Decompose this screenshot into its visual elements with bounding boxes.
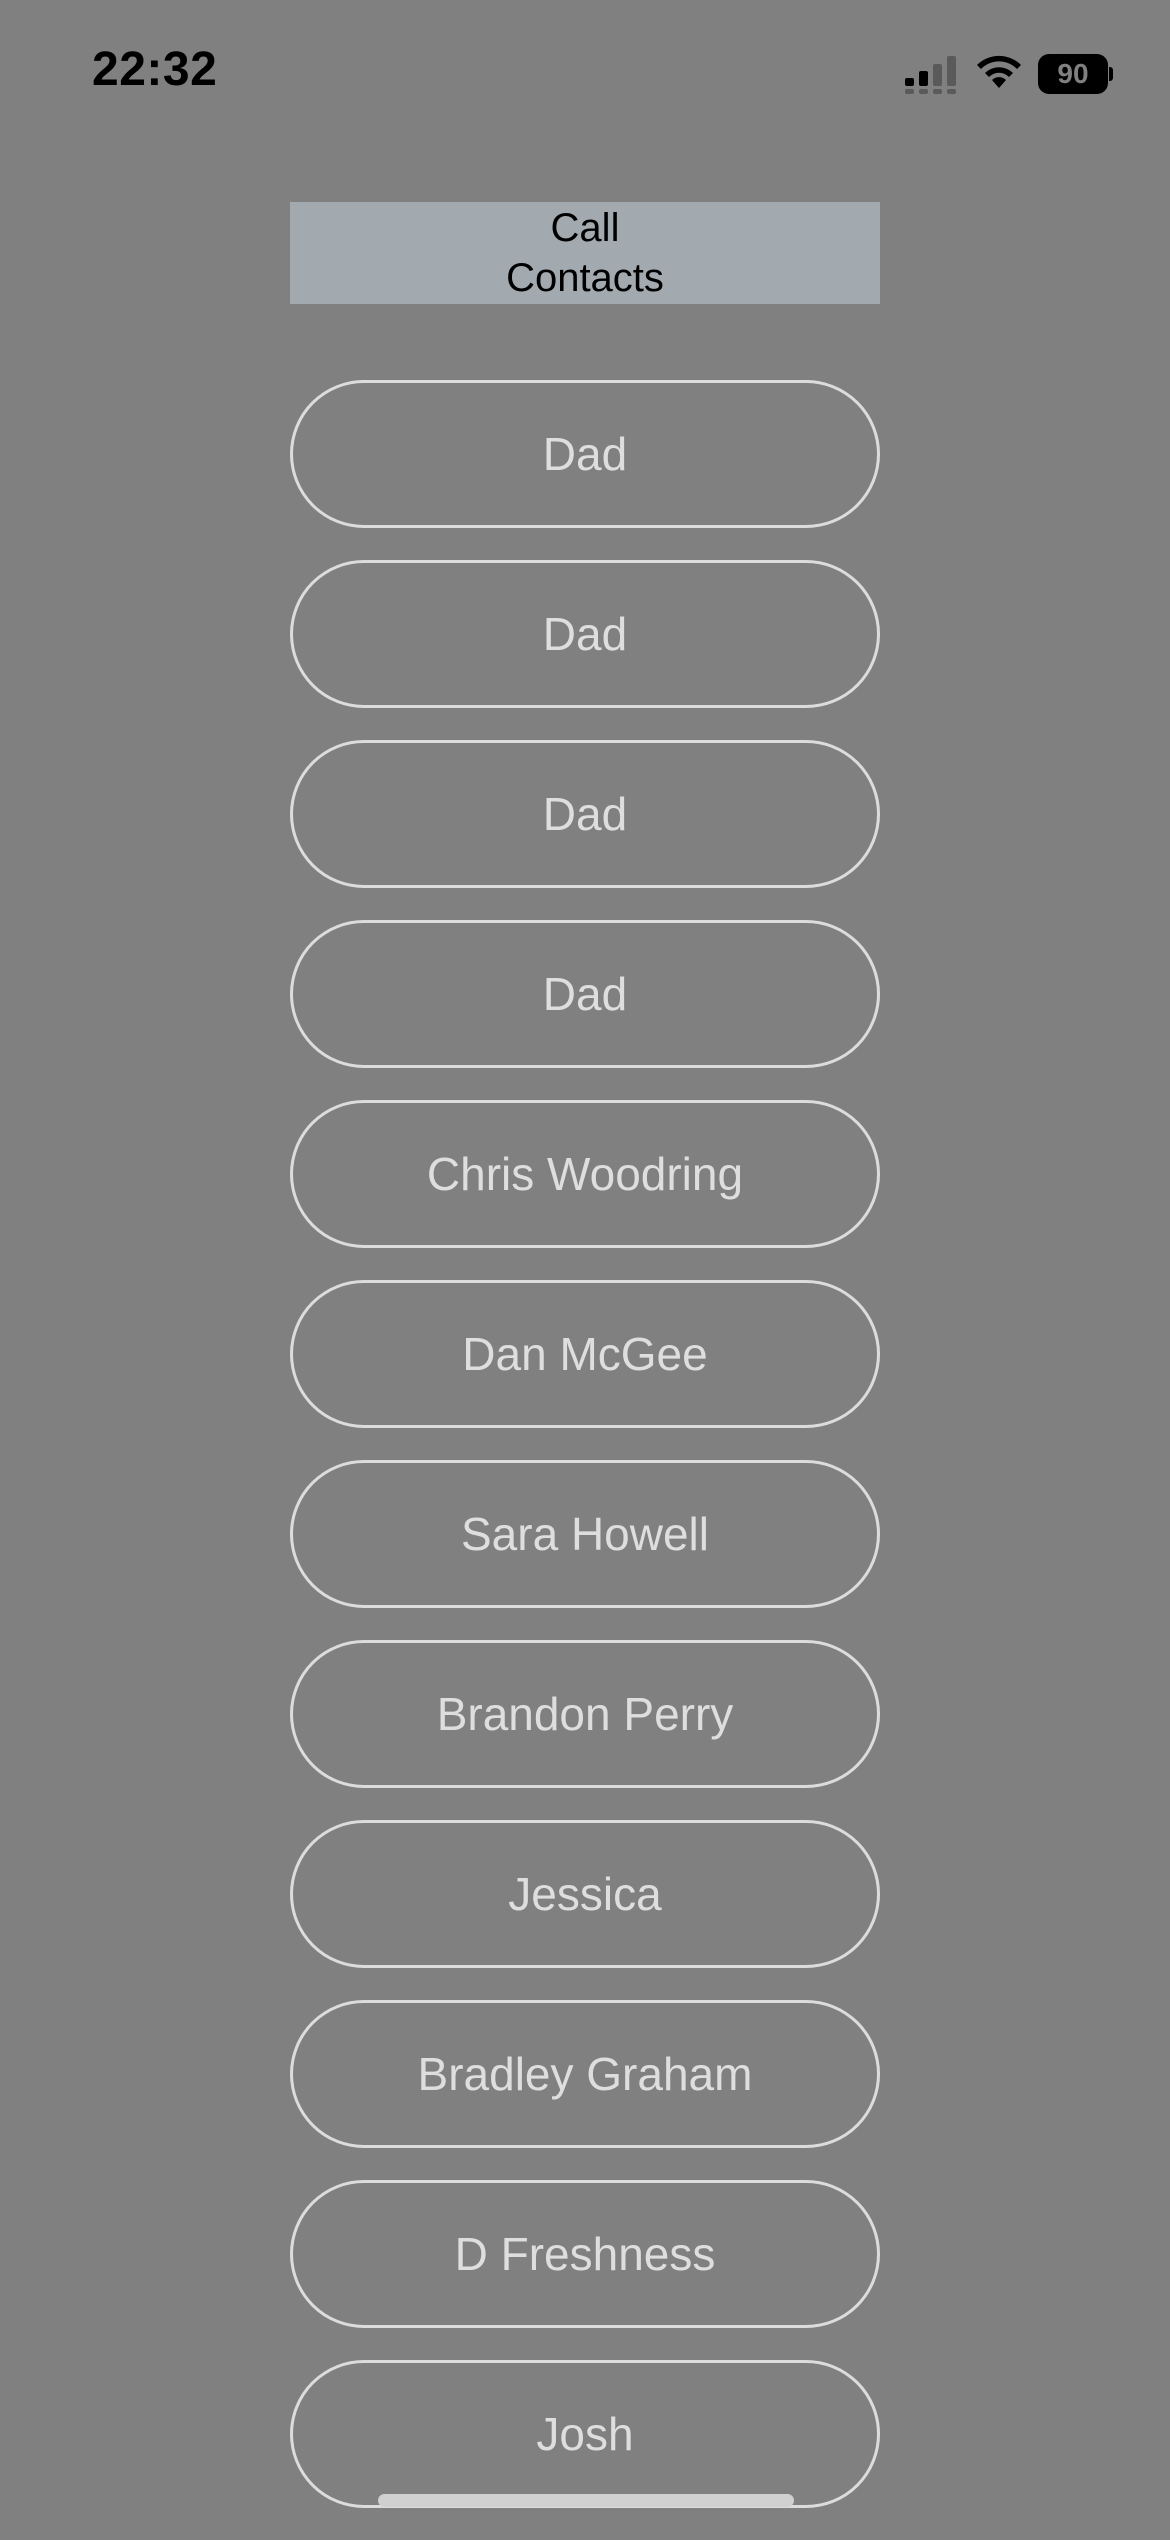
page-title: Call Contacts [290,202,880,304]
contact-list: Dad Dad Dad Dad Chris Woodring Dan McGee… [290,380,880,2540]
wifi-icon [977,55,1021,88]
home-indicator[interactable] [378,2494,794,2507]
contact-button[interactable]: Dan McGee [290,1280,880,1428]
status-bar: 22:32 90 [0,0,1170,150]
contact-button[interactable]: Chris Woodring [290,1100,880,1248]
contact-button[interactable]: Dad [290,560,880,708]
contact-button[interactable]: Dad [290,380,880,528]
contact-button[interactable]: Jessica [290,1820,880,1968]
contact-button[interactable]: Josh [290,2360,880,2508]
page-title-line1: Call [550,206,620,250]
contact-button[interactable]: Bradley Graham [290,2000,880,2148]
status-time: 22:32 [92,43,218,96]
contact-button[interactable]: Dad [290,740,880,888]
contact-button[interactable]: Dad [290,920,880,1068]
contact-button[interactable]: Brandon Perry [290,1640,880,1788]
battery-icon: 90 [1038,54,1113,94]
page-title-line2: Contacts [506,256,664,300]
battery-level: 90 [1038,54,1108,94]
battery-cap [1109,67,1113,81]
contact-button[interactable]: Sara Howell [290,1460,880,1608]
contact-button[interactable]: D Freshness [290,2180,880,2328]
signal-icon [905,56,956,94]
